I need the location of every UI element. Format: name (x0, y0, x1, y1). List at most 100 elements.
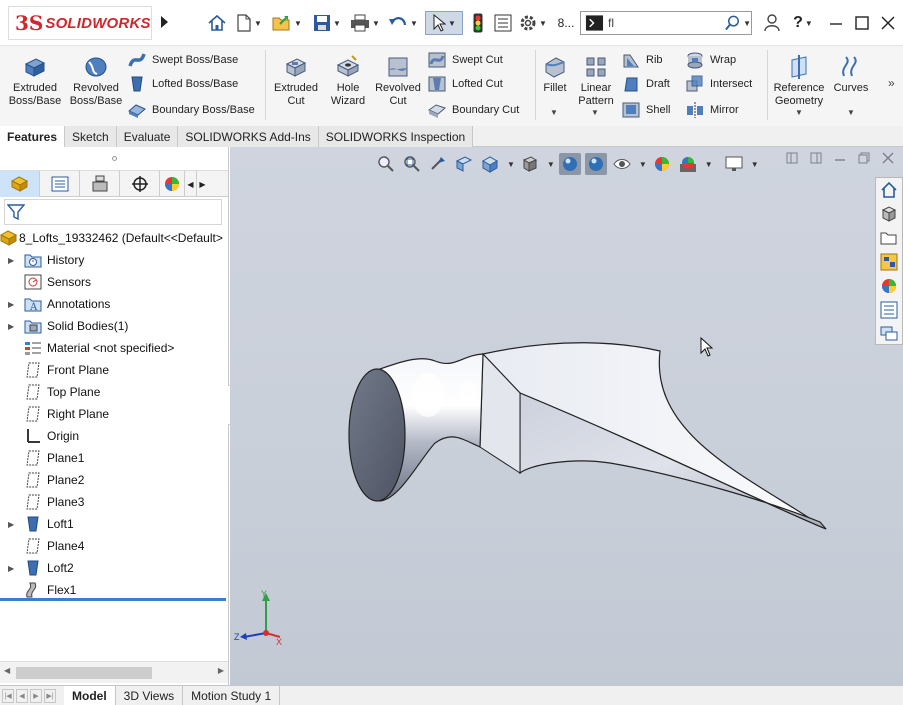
feature-manager-tab[interactable] (0, 171, 40, 197)
expand-arrow-icon[interactable]: ▶ (8, 300, 16, 309)
scroll-left-icon[interactable]: ◀ (184, 171, 196, 197)
minimize-button[interactable] (826, 12, 846, 34)
tree-item[interactable]: ▶ Loft1 (0, 513, 228, 535)
custom-properties-icon[interactable] (876, 298, 902, 322)
design-library-icon[interactable] (876, 202, 902, 226)
tree-item[interactable]: Front Plane (0, 359, 228, 381)
ribbon-overflow-icon[interactable]: » (888, 76, 895, 90)
new-document-button[interactable]: ▼ (232, 12, 266, 34)
appearances-scenes-icon[interactable] (876, 274, 902, 298)
curves-button[interactable]: Curves (832, 54, 870, 95)
tree-item[interactable]: Plane3 (0, 491, 228, 513)
chevron-down-icon[interactable]: ▼ (805, 19, 813, 28)
tree-item[interactable]: ▶ History (0, 249, 228, 271)
revolved-boss-button[interactable]: Revolved Boss/Base (68, 54, 124, 108)
undo-button[interactable]: ▼ (386, 12, 420, 34)
dimxpert-tab[interactable] (120, 171, 160, 197)
rollback-bar[interactable] (0, 598, 226, 601)
expand-arrow-icon[interactable]: ▶ (8, 564, 16, 573)
menu-expand-icon[interactable] (158, 12, 170, 32)
chevron-down-icon[interactable]: ▼ (743, 19, 751, 28)
tab-motion-study-1[interactable]: Motion Study 1 (183, 686, 281, 705)
draft-button[interactable]: Draft (622, 74, 670, 94)
maximize-button[interactable] (852, 12, 872, 34)
chevron-down-icon[interactable]: ▼ (550, 108, 558, 117)
configuration-manager-tab[interactable] (80, 171, 120, 197)
close-button[interactable] (878, 12, 898, 34)
tab-solidworks-inspection[interactable]: SOLIDWORKS Inspection (318, 126, 474, 147)
lofted-cut-button[interactable]: Lofted Cut (428, 74, 503, 94)
tree-root-part[interactable]: 8_Lofts_19332462 (Default<<Default> (0, 227, 228, 249)
chevron-down-icon[interactable]: ▼ (847, 108, 855, 117)
expand-arrow-icon[interactable]: ▶ (8, 256, 16, 265)
expand-arrow-icon[interactable]: ▶ (8, 520, 16, 529)
wrap-button[interactable]: Wrap (686, 50, 736, 70)
save-button[interactable]: ▼ (310, 12, 344, 34)
swept-boss-button[interactable]: Swept Boss/Base (128, 50, 238, 70)
chevron-down-icon[interactable]: ▼ (254, 19, 262, 28)
fillet-button[interactable]: Fillet (539, 54, 571, 95)
view-palette-icon[interactable] (876, 250, 902, 274)
open-document-button[interactable]: ▼ (270, 12, 304, 34)
chevron-down-icon[interactable]: ▼ (591, 108, 599, 117)
solidworks-resources-icon[interactable] (876, 178, 902, 202)
boundary-cut-button[interactable]: Boundary Cut (428, 100, 519, 120)
user-account-icon[interactable] (762, 12, 782, 34)
filter-icon[interactable] (7, 203, 25, 221)
chevron-down-icon[interactable]: ▼ (795, 108, 803, 117)
tab-evaluate[interactable]: Evaluate (116, 126, 179, 147)
rebuild-traffic-light-icon[interactable] (468, 12, 488, 34)
linear-pattern-button[interactable]: Linear Pattern (574, 54, 618, 108)
swept-cut-button[interactable]: Swept Cut (428, 50, 503, 70)
chevron-down-icon[interactable]: ▼ (333, 19, 341, 28)
help-button[interactable]: ? ▼ (788, 12, 818, 34)
scrollbar-thumb[interactable] (16, 667, 152, 679)
extruded-boss-button[interactable]: Extruded Boss/Base (6, 54, 64, 108)
tree-item[interactable]: Plane2 (0, 469, 228, 491)
horizontal-scrollbar[interactable]: ◀ ▶ (0, 661, 228, 683)
chevron-down-icon[interactable]: ▼ (294, 19, 302, 28)
tab-features[interactable]: Features (0, 126, 66, 147)
print-button[interactable]: ▼ (348, 12, 382, 34)
lofted-boss-button[interactable]: Lofted Boss/Base (128, 74, 238, 94)
solidworks-forum-icon[interactable] (876, 322, 902, 346)
chevron-down-icon[interactable]: ▼ (372, 19, 380, 28)
tab-3d-views[interactable]: 3D Views (116, 686, 184, 705)
last-tab-arrow-icon[interactable]: ▶| (44, 688, 56, 703)
tab-model[interactable]: Model (64, 686, 116, 705)
tree-item[interactable]: Sensors (0, 271, 228, 293)
property-manager-tab[interactable] (40, 171, 80, 197)
reference-geometry-button[interactable]: Reference Geometry (770, 54, 828, 108)
chevron-down-icon[interactable]: ▼ (410, 19, 418, 28)
rib-button[interactable]: Rib (622, 50, 663, 70)
revolved-cut-button[interactable]: Revolved Cut (374, 54, 422, 108)
tree-item[interactable]: Top Plane (0, 381, 228, 403)
tab-solidworks-add-ins[interactable]: SOLIDWORKS Add-Ins (178, 126, 319, 147)
next-tab-arrow-icon[interactable]: ▶ (30, 688, 42, 703)
panel-grip[interactable] (0, 147, 228, 171)
prev-tab-arrow-icon[interactable]: ◀ (16, 688, 28, 703)
tab-sketch[interactable]: Sketch (65, 126, 117, 147)
first-tab-arrow-icon[interactable]: |◀ (2, 688, 14, 703)
tree-item[interactable]: Right Plane (0, 403, 228, 425)
boundary-boss-button[interactable]: Boundary Boss/Base (128, 100, 255, 120)
tree-item[interactable]: ▶ Solid Bodies(1) (0, 315, 228, 337)
tree-item[interactable]: Material <not specified> (0, 337, 228, 359)
search-input[interactable] (607, 16, 718, 30)
scroll-right-arrow-icon[interactable]: ▶ (218, 666, 224, 675)
search-commands-box[interactable]: ▼ (580, 11, 752, 35)
chevron-down-icon[interactable]: ▼ (448, 19, 456, 28)
expand-arrow-icon[interactable]: ▶ (8, 322, 16, 331)
file-explorer-icon[interactable] (876, 226, 902, 250)
search-icon[interactable] (724, 14, 741, 32)
graphics-area[interactable]: ▼ ▼ ▼ ▼ ▼ Y X Z (230, 147, 903, 685)
tree-item[interactable]: Plane1 (0, 447, 228, 469)
extruded-cut-button[interactable]: Extruded Cut (270, 54, 322, 108)
tree-item[interactable]: Plane4 (0, 535, 228, 557)
tree-item[interactable]: ▶ A Annotations (0, 293, 228, 315)
scroll-left-arrow-icon[interactable]: ◀ (4, 666, 10, 675)
tree-item[interactable]: Origin (0, 425, 228, 447)
shell-button[interactable]: Shell (622, 100, 670, 120)
tree-item[interactable]: ▶ Loft2 (0, 557, 228, 579)
file-properties-icon[interactable] (492, 12, 514, 34)
